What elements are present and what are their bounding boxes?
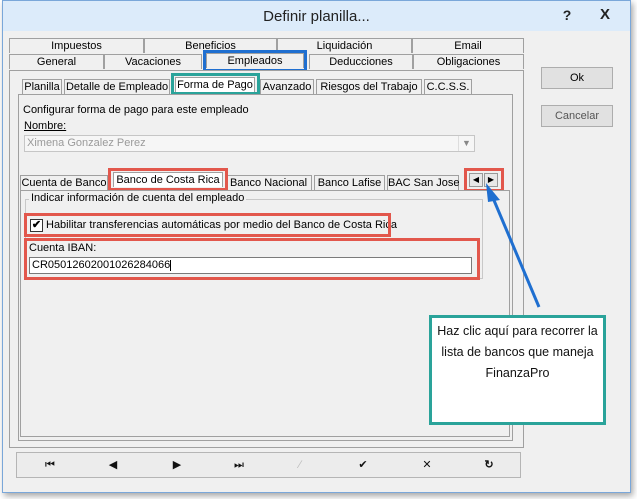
help-callout: Haz clic aquí para recorrer la lista de …: [429, 315, 606, 425]
